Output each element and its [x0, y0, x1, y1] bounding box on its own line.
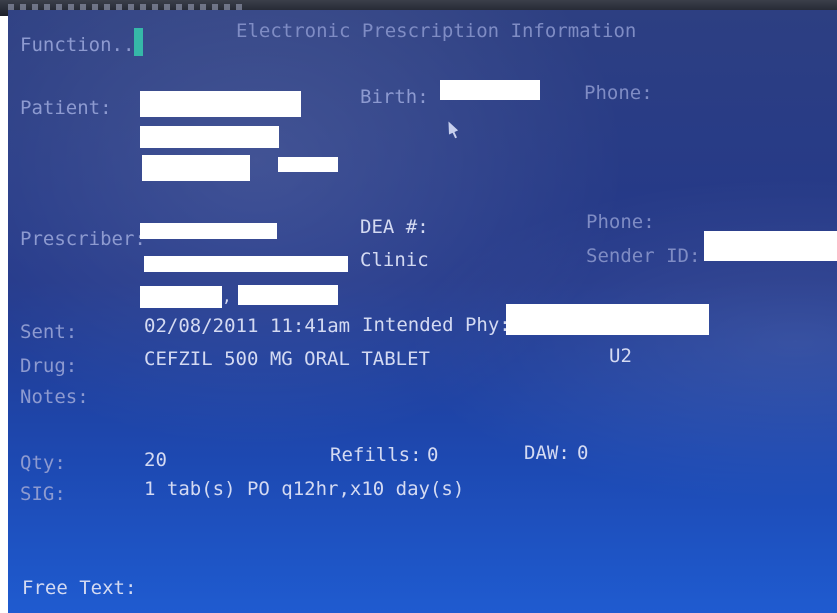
patient-zip-redacted	[278, 157, 338, 172]
patient-city-redacted	[142, 155, 250, 181]
notes-label: Notes:	[20, 386, 89, 408]
prescriber-city-redacted	[140, 286, 222, 308]
sender-id-label: Sender ID:	[586, 245, 701, 267]
prescriber-phone-label: Phone:	[586, 211, 655, 233]
intended-phy-redacted	[506, 304, 709, 335]
patient-address-redacted	[140, 126, 279, 148]
sig-label: SIG:	[20, 483, 66, 505]
patient-phone-label: Phone:	[584, 82, 653, 104]
prescriber-clinic-redacted	[144, 256, 348, 272]
birth-date-redacted	[440, 80, 540, 100]
prescriber-label: Prescriber:	[20, 228, 146, 250]
dea-label: DEA #:	[360, 216, 429, 238]
free-text-label: Free Text:	[22, 577, 137, 599]
qty-label: Qty:	[20, 452, 66, 474]
comma-separator: ,	[222, 287, 232, 306]
birth-label: Birth:	[360, 86, 429, 108]
drug-label: Drug:	[20, 355, 78, 377]
clinic-text: Clinic	[360, 249, 429, 271]
refills-label: Refills:	[330, 444, 422, 466]
daw-label: DAW:	[524, 442, 570, 464]
text-cursor	[134, 28, 143, 56]
sender-id-redacted	[704, 231, 837, 261]
screen-title: Electronic Prescription Information	[236, 20, 637, 42]
qty-value: 20	[144, 449, 167, 471]
patient-label: Patient:	[20, 97, 112, 119]
sig-value: 1 tab(s) PO q12hr,x10 day(s)	[144, 478, 465, 500]
drug-code: U2	[609, 345, 632, 367]
refills-value: 0	[427, 444, 439, 466]
daw-value: 0	[577, 442, 589, 464]
sent-time: 11:41am	[270, 315, 351, 337]
sent-label: Sent:	[20, 321, 78, 343]
patient-name-redacted	[140, 91, 301, 117]
intended-phy-label: Intended Phy:	[362, 314, 511, 336]
drug-value: CEFZIL 500 MG ORAL TABLET	[144, 348, 430, 370]
prescriber-name-redacted	[140, 223, 277, 239]
prescriber-zip-redacted	[238, 285, 338, 305]
function-prompt[interactable]: Function...	[20, 34, 146, 56]
sent-date: 02/08/2011	[144, 315, 259, 337]
